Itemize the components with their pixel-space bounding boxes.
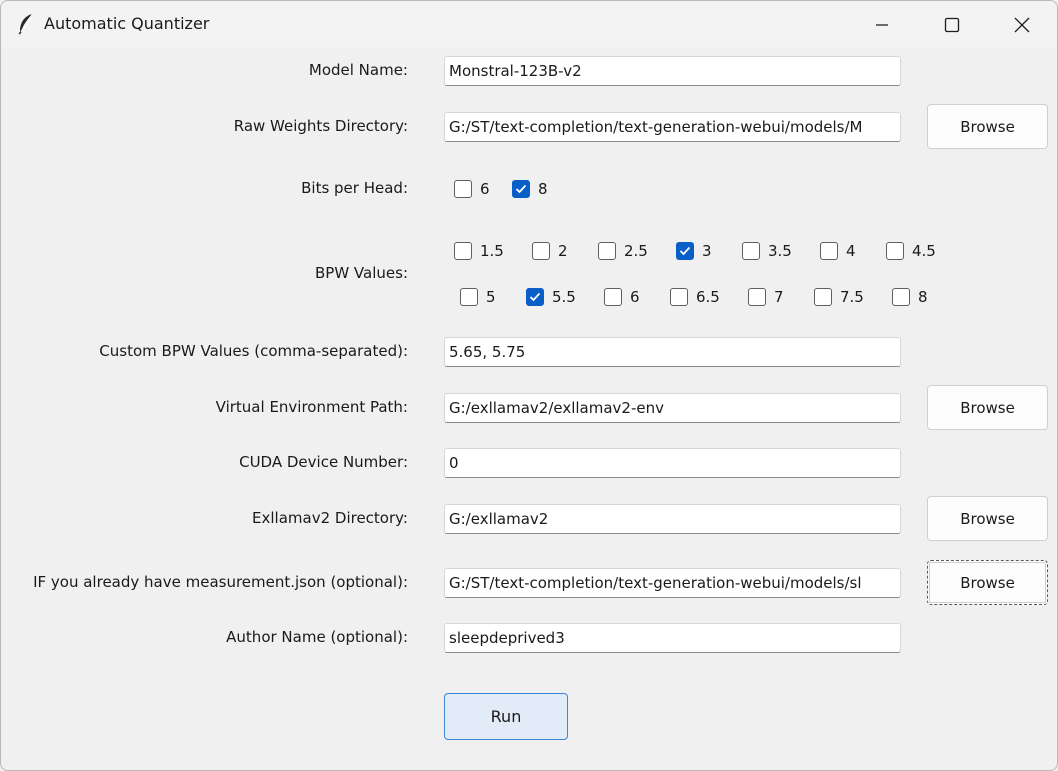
bpw-6.5-checkbox[interactable]: 6.5 [670, 286, 720, 308]
checkmark-icon [529, 292, 541, 302]
checkbox-box [454, 242, 472, 260]
checkbox-box [526, 288, 544, 306]
checkbox-label: 1.5 [480, 242, 504, 260]
bpw-4-checkbox[interactable]: 4 [820, 240, 856, 262]
model-name-label: Model Name: [308, 61, 408, 79]
bits-per-head-8-checkbox[interactable]: 8 [512, 178, 548, 200]
title-bar[interactable]: Automatic Quantizer [1, 1, 1057, 48]
checkbox-label: 8 [538, 180, 548, 198]
checkbox-label: 6.5 [696, 288, 720, 306]
bpw-2-checkbox[interactable]: 2 [532, 240, 568, 262]
checkbox-label: 6 [480, 180, 490, 198]
checkbox-label: 2 [558, 242, 568, 260]
checkbox-label: 4.5 [912, 242, 936, 260]
bpw-3.5-checkbox[interactable]: 3.5 [742, 240, 792, 262]
checkbox-box [886, 242, 904, 260]
raw-weights-browse-button[interactable]: Browse [927, 104, 1048, 149]
checkbox-label: 3.5 [768, 242, 792, 260]
model-name-input[interactable]: Monstral-123B-v2 [444, 56, 901, 86]
checkbox-label: 5 [486, 288, 496, 306]
bits-per-head-label: Bits per Head: [301, 179, 408, 197]
run-button[interactable]: Run [444, 693, 568, 740]
cuda-device-input[interactable]: 0 [444, 448, 901, 478]
bpw-3-checkbox[interactable]: 3 [676, 240, 712, 262]
checkbox-box [512, 180, 530, 198]
bpw-2.5-checkbox[interactable]: 2.5 [598, 240, 648, 262]
venv-path-input[interactable]: G:/exllamav2/exllamav2-env [444, 393, 901, 423]
bpw-7-checkbox[interactable]: 7 [748, 286, 784, 308]
checkbox-label: 5.5 [552, 288, 576, 306]
bits-per-head-6-checkbox[interactable]: 6 [454, 178, 490, 200]
checkbox-box [814, 288, 832, 306]
measurement-json-label: IF you already have measurement.json (op… [33, 573, 408, 591]
checkbox-box [820, 242, 838, 260]
bpw-values-label: BPW Values: [315, 264, 408, 282]
app-window: Automatic Quantizer Model Name: Monstral… [0, 0, 1058, 771]
bpw-8-checkbox[interactable]: 8 [892, 286, 928, 308]
bpw-7.5-checkbox[interactable]: 7.5 [814, 286, 864, 308]
measurement-json-input[interactable]: G:/ST/text-completion/text-generation-we… [444, 568, 901, 598]
checkbox-label: 2.5 [624, 242, 648, 260]
window-title: Automatic Quantizer [44, 14, 210, 33]
raw-weights-dir-label: Raw Weights Directory: [233, 117, 408, 135]
exllamav2-dir-label: Exllamav2 Directory: [252, 509, 408, 527]
checkbox-box [742, 242, 760, 260]
checkbox-box [892, 288, 910, 306]
checkbox-box [598, 242, 616, 260]
checkbox-box [670, 288, 688, 306]
venv-path-label: Virtual Environment Path: [215, 398, 408, 416]
maximize-button[interactable] [917, 1, 987, 48]
checkbox-label: 7 [774, 288, 784, 306]
minimize-button[interactable] [847, 1, 917, 48]
exllamav2-dir-input[interactable]: G:/exllamav2 [444, 504, 901, 534]
bpw-6-checkbox[interactable]: 6 [604, 286, 640, 308]
author-name-label: Author Name (optional): [226, 628, 408, 646]
checkbox-box [460, 288, 478, 306]
close-button[interactable] [987, 1, 1057, 48]
checkbox-box [676, 242, 694, 260]
author-name-input[interactable]: sleepdeprived3 [444, 623, 901, 653]
bpw-5-checkbox[interactable]: 5 [460, 286, 496, 308]
checkmark-icon [515, 184, 527, 194]
close-icon [1014, 17, 1030, 32]
checkmark-icon [679, 246, 691, 256]
cuda-device-label: CUDA Device Number: [239, 453, 408, 471]
custom-bpw-label: Custom BPW Values (comma-separated): [99, 342, 408, 360]
checkbox-label: 8 [918, 288, 928, 306]
custom-bpw-input[interactable]: 5.65, 5.75 [444, 337, 901, 367]
bpw-1.5-checkbox[interactable]: 1.5 [454, 240, 504, 262]
checkbox-label: 4 [846, 242, 856, 260]
checkbox-box [454, 180, 472, 198]
bpw-5.5-checkbox[interactable]: 5.5 [526, 286, 576, 308]
minimize-icon [876, 23, 888, 26]
bpw-4.5-checkbox[interactable]: 4.5 [886, 240, 936, 262]
raw-weights-dir-input[interactable]: G:/ST/text-completion/text-generation-we… [444, 112, 901, 142]
checkbox-label: 6 [630, 288, 640, 306]
checkbox-box [532, 242, 550, 260]
checkbox-label: 7.5 [840, 288, 864, 306]
checkbox-box [748, 288, 766, 306]
checkbox-label: 3 [702, 242, 712, 260]
venv-browse-button[interactable]: Browse [927, 385, 1048, 430]
measurement-browse-button[interactable]: Browse [927, 560, 1048, 605]
maximize-icon [944, 17, 960, 32]
feather-icon [18, 13, 33, 35]
exllamav2-browse-button[interactable]: Browse [927, 496, 1048, 541]
checkbox-box [604, 288, 622, 306]
